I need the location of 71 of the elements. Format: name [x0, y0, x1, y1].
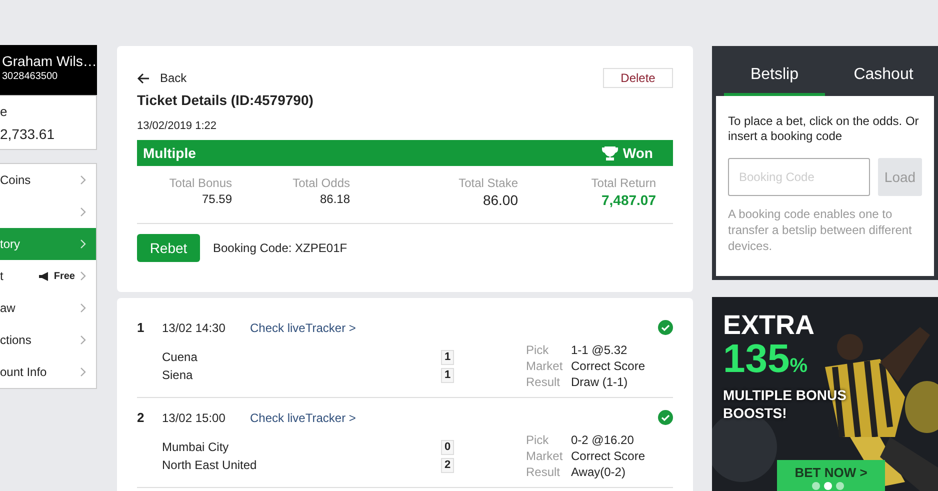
score: 1	[441, 368, 454, 382]
menu-item[interactable]: ount Info	[0, 356, 96, 388]
score: 2	[441, 458, 454, 472]
selection-number: 2	[137, 410, 146, 425]
menu-item[interactable]: Coins	[0, 164, 96, 196]
total-value: 86.18	[318, 192, 350, 206]
chevron-icon	[80, 367, 86, 377]
user-phone: 3028463500	[2, 71, 59, 82]
total-label: Total Odds	[292, 176, 350, 190]
back-button[interactable]: Back	[137, 71, 187, 85]
detail-label: Result	[526, 465, 562, 481]
team-name: Mumbai City	[162, 440, 229, 454]
chevron-icon	[80, 303, 86, 313]
detail-value: 1-1 @5.32	[571, 343, 628, 359]
rebet-button[interactable]: Rebet	[137, 234, 200, 262]
detail-value: 0-2 @16.20	[571, 433, 634, 449]
menu-item[interactable]: tory	[0, 228, 96, 260]
total-value: 7,487.07	[600, 192, 656, 208]
detail-label: Pick	[526, 343, 550, 359]
betslip-tab[interactable]: Cashout	[833, 46, 934, 96]
percent-sign: %	[790, 355, 808, 377]
betslip-message: To place a bet, click on the odds. Or insert a booking code	[728, 114, 920, 144]
menu-item[interactable]: aw	[0, 292, 96, 324]
detail-label: Result	[526, 375, 562, 391]
banner-percentage: 135	[723, 337, 790, 381]
total-label: Total Bonus	[168, 176, 232, 190]
detail-label: Pick	[526, 433, 550, 449]
total-label: Total Return	[590, 176, 656, 190]
team-name: North East United	[162, 458, 257, 472]
status-label: Won	[622, 145, 653, 161]
free-label: Free	[54, 270, 75, 282]
total-value: 86.00	[482, 192, 518, 208]
match-time: 13/02 14:30	[162, 320, 226, 334]
back-arrow-icon	[137, 72, 150, 84]
user-name: Graham Wils…	[2, 53, 97, 69]
detail-value: Correct Score	[571, 449, 646, 465]
score: 1	[441, 350, 454, 364]
chevron-icon	[80, 239, 86, 249]
chevron-icon	[80, 175, 86, 185]
megaphone-icon	[38, 272, 50, 280]
ticket-date: 13/02/2019 1:22	[137, 120, 218, 132]
bet-type: Multiple	[143, 145, 196, 161]
detail-value: Away(0-2)	[571, 465, 626, 481]
total-label: Total Stake	[458, 176, 518, 190]
total-value: 75.59	[200, 192, 232, 206]
match-time: 13/02 15:00	[162, 410, 226, 424]
live-tracker-link[interactable]: Check liveTracker >	[250, 410, 658, 424]
ticket-title: Ticket Details (ID:4579790)	[137, 92, 314, 108]
chevron-icon	[80, 207, 86, 217]
detail-value: Draw (1-1)	[571, 375, 628, 391]
chevron-icon	[80, 271, 86, 281]
selection-number: 1	[137, 320, 146, 335]
banner-subheading: BOOSTS!	[723, 404, 788, 422]
chevron-icon	[80, 335, 86, 345]
team-name: Siena	[162, 368, 193, 382]
booking-code: Booking Code: XZPE01F	[213, 241, 348, 255]
delete-button[interactable]: Delete	[603, 68, 673, 88]
menu-item[interactable]: t Free	[0, 260, 96, 292]
live-tracker-link[interactable]: Check liveTracker >	[250, 320, 658, 334]
balance-value: 2,733.61	[0, 126, 56, 142]
score: 0	[441, 440, 454, 454]
banner-heading: EXTRA	[723, 311, 816, 339]
team-name: Cuena	[162, 350, 198, 364]
bet-now-button[interactable]: BET NOW >	[777, 460, 885, 491]
balance-label: e	[0, 104, 8, 119]
detail-value: Correct Score	[571, 359, 646, 375]
menu-item[interactable]: ctions	[0, 324, 96, 356]
detail-label: Market	[526, 449, 564, 465]
trophy-icon	[602, 146, 618, 160]
booking-hint: A booking code enables one to transfer a betslip between different devices.	[728, 206, 913, 254]
detail-label: Market	[526, 359, 564, 375]
